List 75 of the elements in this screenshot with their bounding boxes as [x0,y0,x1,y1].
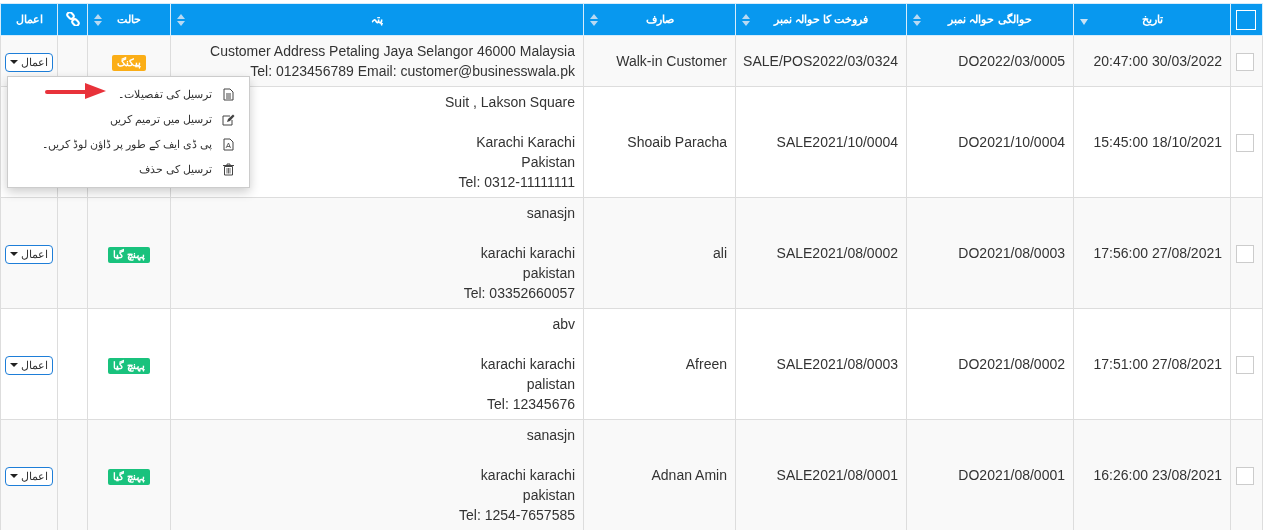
caret-icon [10,474,18,478]
address-line: Tel: 0312-11111111 [458,173,575,192]
trash-icon [222,163,234,176]
sort-icon[interactable] [913,12,921,27]
address-line: karachi karachi [480,355,575,374]
reference-number: DO2021/08/0001 [958,467,1065,483]
reference-number: DO2021/08/0002 [958,356,1065,372]
menu-item-label: ترسیل میں ترمیم کریں [109,113,212,126]
menu-item[interactable]: ترسیل کی حذف [8,157,249,182]
caret-icon [10,363,18,367]
sort-icon[interactable] [94,12,102,27]
address-line: sanasjn [526,426,575,445]
menu-item-label: ترسیل کی حذف [138,163,212,176]
address-line: palistan [526,375,575,394]
sort-icon[interactable] [742,12,750,27]
document-icon [222,88,234,101]
menu-item-label: پی ڈی ایف کے طور پر ڈاؤن لوڈ کریں۔ [41,138,212,151]
status-badge: پہنچ گیا [108,247,150,263]
customer-name: Adnan Amin [651,467,727,483]
address-line: Tel: 03352660057 [463,284,575,303]
reference-number: DO2021/10/0004 [958,134,1065,150]
actions-dropdown-button[interactable]: اعمال [5,52,53,72]
checkbox[interactable] [1236,53,1254,72]
reference-number: SALE2021/08/0003 [776,356,898,372]
address-line: Customer Address Petaling Jaya Selangor 46000 Malaysia [210,42,575,61]
link-icon [65,11,80,26]
address-line: karachi karachi [480,244,575,263]
reference-number: DO2022/03/0005 [958,53,1065,69]
reference-number: DO2021/08/0003 [958,245,1065,261]
reference-number: SALE2021/08/0002 [776,245,898,261]
status-badge: پہنچ گیا [108,469,150,485]
customer-name: Afreen [685,356,727,372]
checkbox[interactable] [1236,356,1254,375]
caret-icon [10,252,18,256]
reference-number: SALE2021/08/0001 [776,467,898,483]
caret-icon [10,60,18,64]
date-text: 17:51:00 27/08/2021 [1093,356,1222,372]
address-line: Tel: 12345676 [487,395,575,414]
menu-item[interactable]: پی ڈی ایف کے طور پر ڈاؤن لوڈ کریں۔ [8,132,249,157]
reference-number: SALE/POS2022/03/0324 [743,53,898,69]
checkbox[interactable] [1236,134,1254,153]
address-line: Pakistan [521,153,575,172]
edit-icon [221,113,235,126]
pdf-file-icon [222,138,234,151]
menu-item[interactable]: ترسیل میں ترمیم کریں [8,107,249,132]
actions-dropdown-button[interactable]: اعمال [5,355,53,375]
actions-dropdown-button[interactable]: اعمال [5,466,53,486]
address-line: pakistan [522,264,575,283]
checkbox[interactable] [1236,245,1254,264]
checkbox[interactable] [1236,467,1254,486]
status-badge: پیکنگ [112,55,146,71]
address-line: abv [552,315,575,334]
date-text: 16:26:00 23/08/2021 [1093,467,1222,483]
sort-icon[interactable] [590,12,598,27]
date-text: 15:45:00 18/10/2021 [1093,134,1222,150]
date-text: 20:47:00 30/03/2022 [1093,53,1222,69]
address-line: Tel: 0123456789 Email: customer@businesswala.pk [250,62,575,81]
address-line: Karachi Karachi [476,133,575,152]
address-line: karachi karachi [480,466,575,485]
menu-item[interactable]: ترسیل کی تفصیلات۔ [8,82,249,107]
customer-name: Shoaib Paracha [627,134,727,150]
reference-number: SALE2021/10/0004 [776,134,898,150]
address-line: pakistan [522,486,575,505]
address-line: Tel: 1254-7657585 [459,506,575,525]
address-line: Suit , Lakson Square [445,93,575,112]
status-badge: پہنچ گیا [108,358,150,374]
customer-name: Walk-in Customer [616,53,727,69]
sort-descending-icon[interactable] [1080,18,1088,25]
pointer-arrow [45,82,107,100]
actions-dropdown-button[interactable]: اعمال [5,244,53,264]
date-text: 17:56:00 27/08/2021 [1093,245,1222,261]
address-line: sanasjn [526,204,575,223]
sort-icon[interactable] [177,12,185,27]
menu-item-label: ترسیل کی تفصیلات۔ [117,88,212,101]
customer-name: ali [713,245,727,261]
